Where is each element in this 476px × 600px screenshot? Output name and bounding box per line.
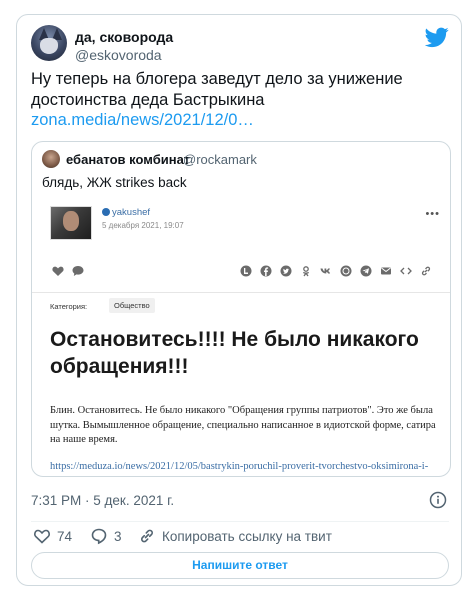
odnoklassniki-icon [300, 265, 312, 277]
reply-count[interactable]: 3 [114, 529, 122, 544]
lj-post-title: Остановитесь!!!! Не было никакого обраще… [50, 328, 419, 378]
copy-link-button[interactable]: Копировать ссылку на твит [162, 529, 332, 544]
twitter-bird-icon[interactable] [425, 25, 449, 49]
link-icon[interactable] [138, 527, 156, 545]
livejournal-icon [240, 265, 252, 277]
lj-category-tag: Общество [109, 298, 155, 313]
quote-tweet[interactable]: ебанатов комбинат @rockamark блядь, ЖЖ s… [31, 141, 451, 477]
quote-avatar[interactable] [42, 150, 60, 168]
tweet-timestamp[interactable]: 7:31 PM · 5 дек. 2021 г. [31, 493, 174, 508]
lj-category-label: Категория: [50, 302, 88, 311]
tweet-link[interactable]: zona.media/news/2021/12/0… [31, 111, 254, 130]
info-icon[interactable] [429, 491, 447, 509]
vk-icon [320, 265, 332, 277]
telegram-icon [360, 265, 372, 277]
lj-more-icon: ••• [425, 208, 440, 220]
email-icon [380, 265, 392, 277]
facebook-icon [260, 265, 272, 277]
link-icon [420, 265, 432, 277]
lj-userpic [50, 206, 92, 240]
author-name[interactable]: да, сковорода [75, 29, 173, 45]
lj-action-bar [32, 262, 450, 284]
heart-icon[interactable] [33, 527, 51, 545]
lj-post-link: https://meduza.io/news/2021/12/05/bastry… [50, 461, 429, 476]
lj-user-icon [102, 208, 110, 216]
reply-icon[interactable] [90, 527, 108, 545]
reply-button[interactable]: Напишите ответ [31, 552, 449, 579]
quote-author-name[interactable]: ебанатов комбинат [66, 152, 190, 167]
heart-icon [52, 265, 64, 277]
avatar[interactable] [31, 25, 67, 61]
like-count[interactable]: 74 [57, 529, 72, 544]
tweet-text: Ну теперь на блогера заведут дело за уни… [31, 70, 403, 109]
lj-username: yakushef [102, 207, 150, 218]
whatsapp-icon [340, 265, 352, 277]
embed-icon [400, 265, 412, 277]
divider [31, 521, 449, 522]
quote-author-handle[interactable]: @rockamark [183, 152, 257, 167]
lj-post-date: 5 декабря 2021, 19:07 [102, 221, 184, 230]
twitter-icon [280, 265, 292, 277]
author-handle[interactable]: @eskovoroda [75, 47, 162, 63]
tweet-card[interactable]: да, сковорода @eskovoroda Ну теперь на б… [16, 14, 462, 586]
quote-text: блядь, ЖЖ strikes back [42, 175, 187, 190]
lj-post-body: Блин. Остановитесь. Не было никакого "Об… [50, 405, 436, 445]
lj-separator [32, 292, 450, 293]
comment-icon [72, 265, 84, 277]
